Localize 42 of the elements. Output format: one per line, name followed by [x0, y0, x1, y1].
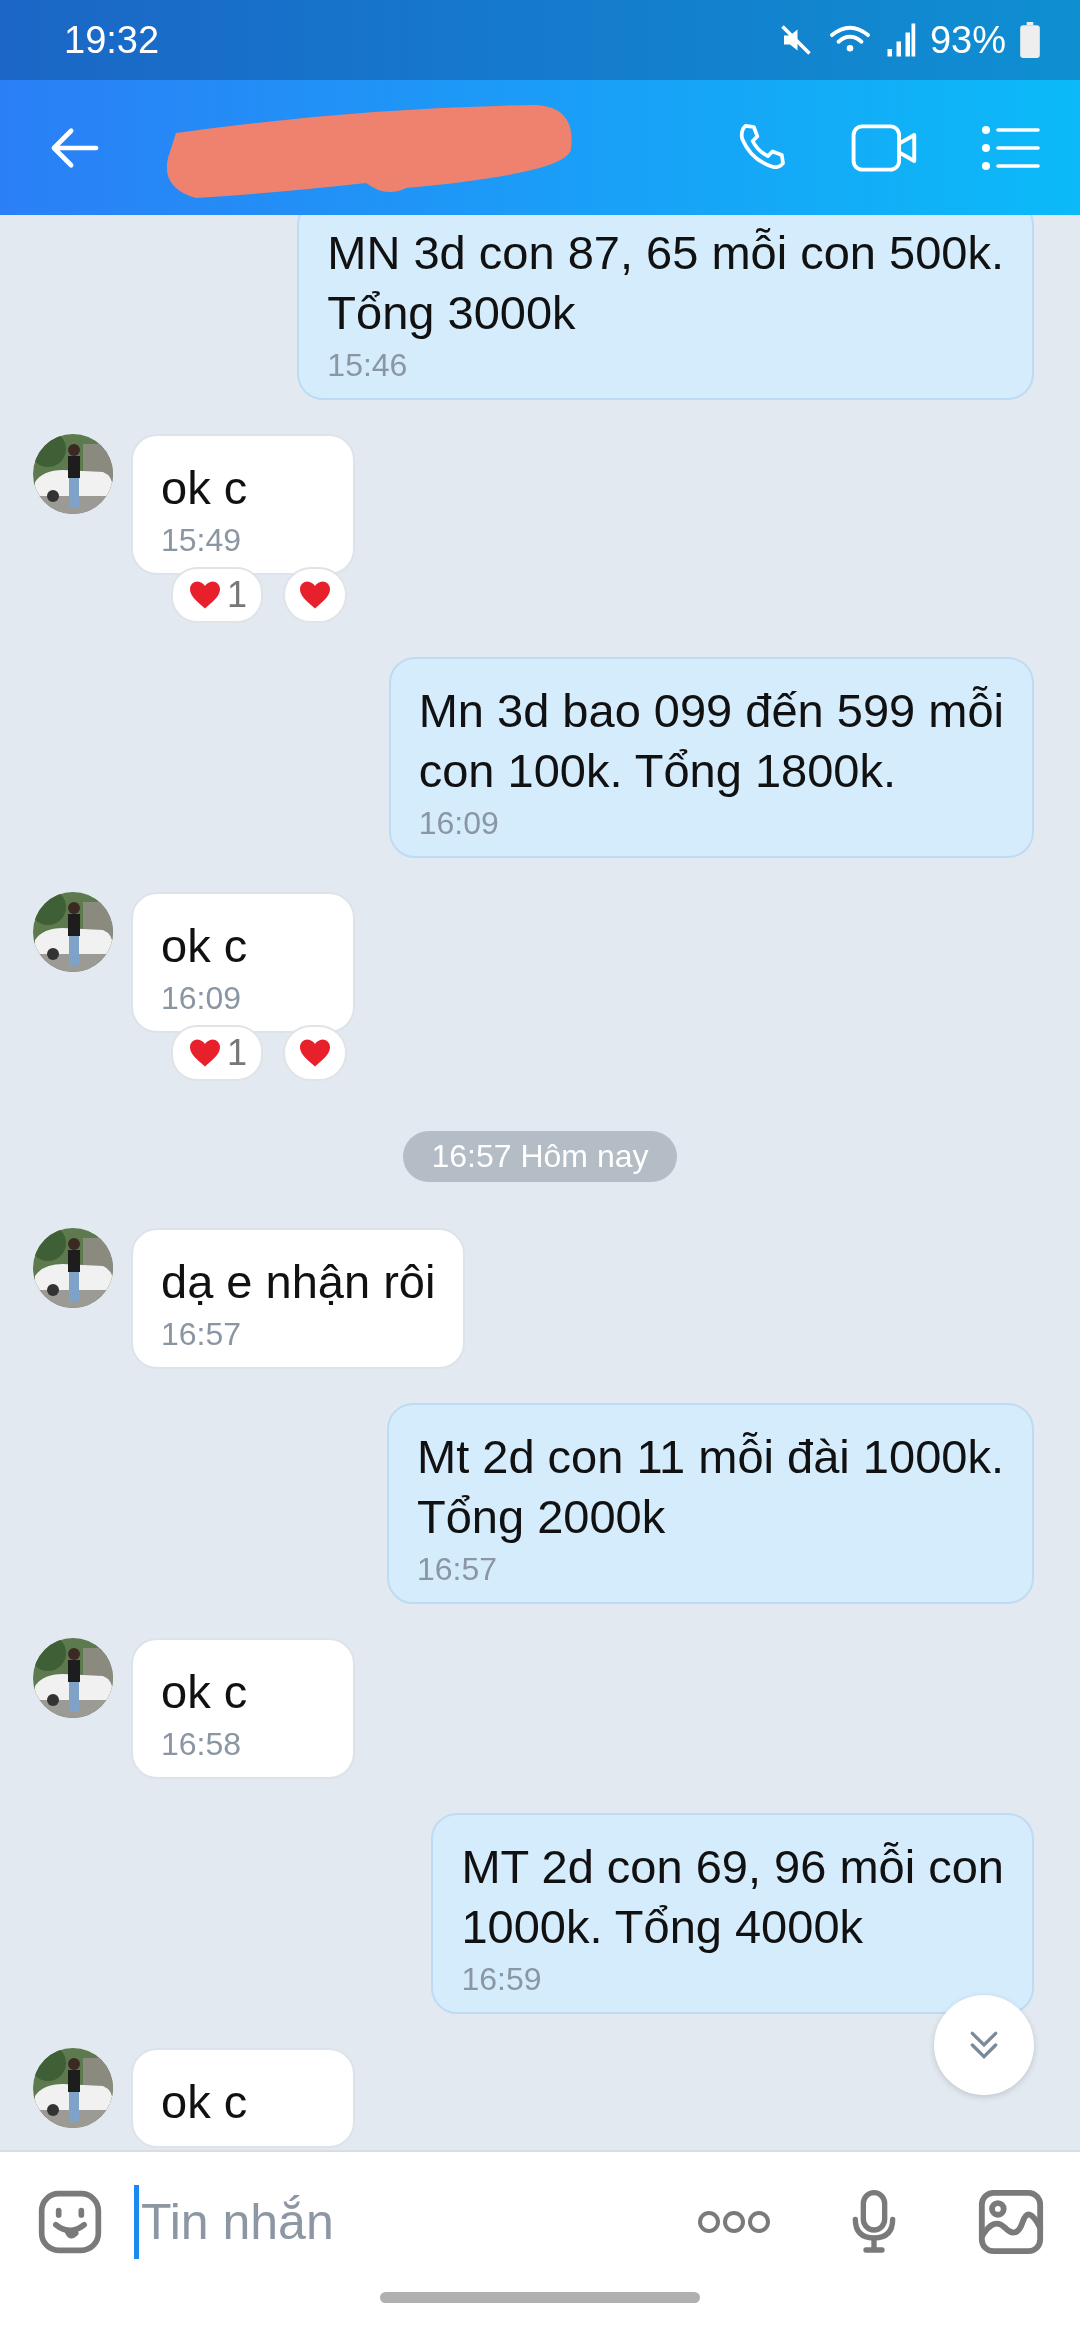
message-bubble[interactable]: Mt 2d con 11 mỗi đài 1000k. Tổng 2000k 16:57: [387, 1403, 1034, 1604]
message-bubble[interactable]: ok c: [131, 2048, 355, 2148]
message-bubble[interactable]: ok c 15:49: [131, 434, 355, 575]
message-time: 16:57: [161, 1316, 242, 1353]
sticker-icon[interactable]: [36, 2188, 104, 2256]
message-text: dạ e nhận rôi: [161, 1254, 436, 1310]
message-text: ok c: [161, 460, 248, 516]
message-time: 16:59: [461, 1961, 542, 1998]
message-bubble[interactable]: ok c 16:09: [131, 892, 355, 1033]
message-time: 16:09: [418, 805, 499, 842]
message-bubble[interactable]: MT 2d con 69, 96 mỗi con 1000k. Tổng 4000k 16:59: [431, 1813, 1034, 2014]
message-text: MN 3d con 87, 65 mỗi con 500k. Tổng 3000k: [327, 225, 1004, 341]
message-time: 16:58: [161, 1726, 242, 1763]
message-time: 16:09: [161, 980, 242, 1017]
message-bubble[interactable]: dạ e nhận rôi 16:57: [131, 1228, 466, 1369]
clock: 19:32: [64, 18, 160, 62]
scroll-down-button[interactable]: [934, 1995, 1034, 2095]
message-text: ok c: [161, 918, 248, 974]
signal-icon: [885, 22, 916, 58]
message-bubble[interactable]: MN 3d con 87, 65 mỗi con 500k. Tổng 3000k 15:46: [297, 215, 1034, 400]
microphone-icon[interactable]: [852, 2190, 896, 2254]
reaction-number: 1: [227, 574, 248, 616]
message-text: MT 2d con 69, 96 mỗi con 1000k. Tổng 4000k: [461, 1839, 1004, 1955]
message-bubble[interactable]: ok c 16:58: [131, 1638, 355, 1779]
date-divider: 16:57 Hôm nay: [403, 1131, 677, 1182]
message-time: 15:49: [161, 522, 242, 559]
message-time: 16:57: [417, 1551, 498, 1588]
battery-percent: 93%: [929, 18, 1006, 62]
reaction-count[interactable]: 1: [171, 567, 264, 623]
reaction-number: 1: [227, 1032, 248, 1074]
battery-icon: [1020, 22, 1040, 58]
react-button[interactable]: [283, 1025, 348, 1081]
image-icon[interactable]: [976, 2187, 1046, 2257]
more-icon[interactable]: [696, 2209, 772, 2235]
message-text: Mn 3d bao 099 đến 599 mỗi con 100k. Tổng 1800k.: [418, 683, 1004, 799]
react-button[interactable]: [283, 567, 348, 623]
reaction-count[interactable]: 1: [171, 1025, 264, 1081]
message-text: ok c: [161, 1664, 248, 1720]
message-bubble[interactable]: Mn 3d bao 099 đến 599 mỗi con 100k. Tổng 1800k. 16:09: [388, 657, 1034, 858]
message-text: Mt 2d con 11 mỗi đài 1000k. Tổng 2000k: [417, 1429, 1004, 1545]
message-text: ok c: [161, 2074, 248, 2130]
message-time: 15:46: [327, 347, 408, 384]
